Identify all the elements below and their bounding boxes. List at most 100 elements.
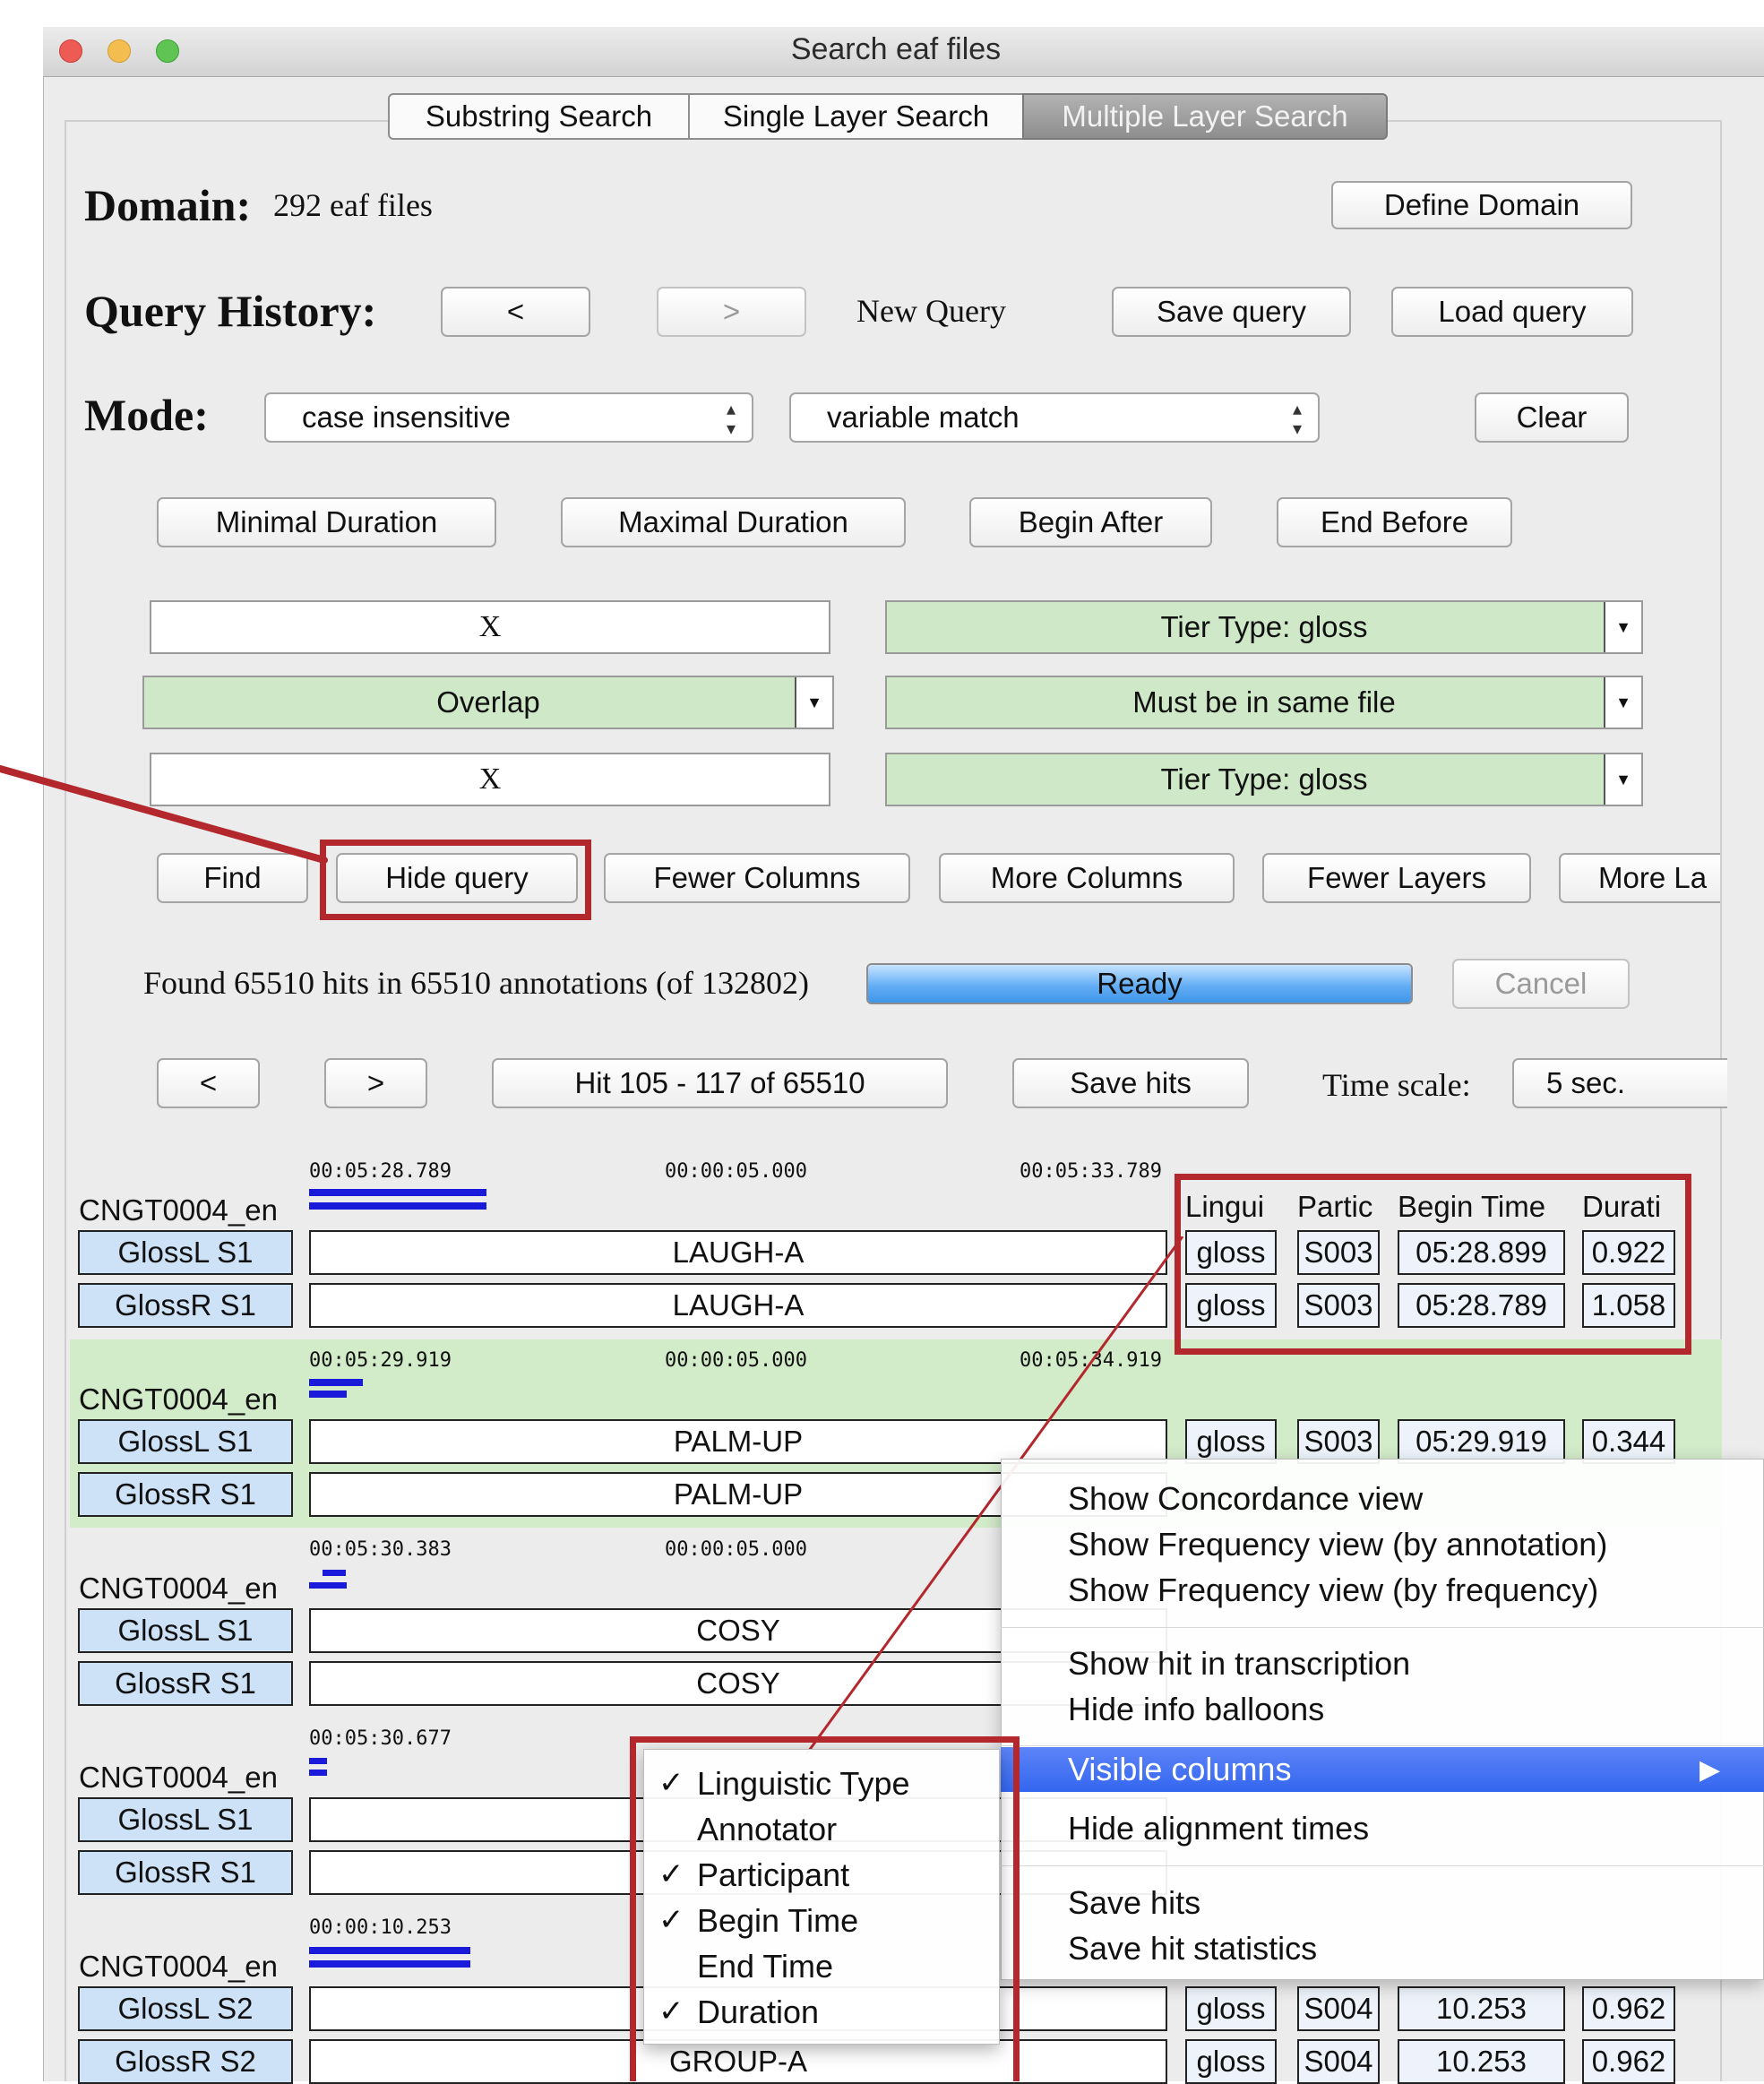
column-cell-part[interactable]: S004 (1297, 1986, 1380, 2031)
column-cell-begin[interactable]: 10.253 (1398, 2039, 1565, 2084)
scope-value: Must be in same file (1132, 685, 1396, 719)
hits-prev-button[interactable]: < (157, 1058, 260, 1108)
tab-single-layer-search[interactable]: Single Layer Search (688, 93, 1024, 140)
timeline-bar (309, 1202, 486, 1210)
hit-start-time: 00:05:30.677 (309, 1727, 452, 1750)
hit-start-time: 00:00:10.253 (309, 1916, 452, 1939)
hide-query-highlight (320, 840, 591, 920)
case-sensitivity-select[interactable]: case insensitive ▴ ▾ (264, 392, 753, 443)
zoom-window-icon[interactable] (156, 39, 179, 63)
close-window-icon[interactable] (59, 39, 82, 63)
menu-item-hide-alignment-times[interactable]: Hide alignment times (1068, 1810, 1369, 1847)
hit-range-display[interactable]: Hit 105 - 117 of 65510 (492, 1058, 948, 1108)
begin-after-button[interactable]: Begin After (969, 497, 1212, 547)
tier-label[interactable]: GlossL S1 (78, 1797, 293, 1842)
save-hits-button[interactable]: Save hits (1012, 1058, 1249, 1108)
hit-mid-time: 00:00:05.000 (665, 1160, 807, 1183)
tier-label[interactable]: GlossL S1 (78, 1419, 293, 1464)
fewer-layers-button[interactable]: Fewer Layers (1262, 853, 1531, 903)
column-cell-begin[interactable]: 05:29.919 (1398, 1419, 1565, 1464)
column-cell-dur[interactable]: 0.962 (1582, 1986, 1675, 2031)
select-arrows-icon: ▴ ▾ (1292, 400, 1302, 439)
maximal-duration-button[interactable]: Maximal Duration (561, 497, 906, 547)
tier-type-value-2: Tier Type: gloss (1160, 762, 1368, 796)
menu-item-frequency-by-frequency[interactable]: Show Frequency view (by frequency) (1068, 1572, 1598, 1609)
current-query-label: New Query (856, 293, 1006, 329)
tier-label[interactable]: GlossR S1 (78, 1283, 293, 1328)
tier-label[interactable]: GlossR S2 (78, 2039, 293, 2084)
end-before-button[interactable]: End Before (1277, 497, 1512, 547)
scope-select[interactable]: Must be in same file ▼ (885, 676, 1643, 729)
fewer-columns-button[interactable]: Fewer Columns (604, 853, 910, 903)
tier-label[interactable]: GlossR S1 (78, 1850, 293, 1895)
hit-end-time: 00:05:33.789 (1020, 1160, 1162, 1183)
timeline-bar (323, 1570, 346, 1576)
load-query-button[interactable]: Load query (1391, 287, 1633, 337)
select-arrows-icon: ▴ ▾ (726, 400, 736, 439)
tier-label[interactable]: GlossL S1 (78, 1608, 293, 1653)
hit-mid-time: 00:00:05.000 (665, 1349, 807, 1372)
menu-item-concordance-view[interactable]: Show Concordance view (1068, 1480, 1423, 1518)
column-cell-dur[interactable]: 0.344 (1582, 1419, 1675, 1464)
menu-item-save-hit-statistics[interactable]: Save hit statistics (1068, 1930, 1317, 1968)
column-cell-part[interactable]: S003 (1297, 1419, 1380, 1464)
menu-item-visible-columns[interactable]: Visible columns ▶ (1001, 1747, 1764, 1792)
tier-label[interactable]: GlossL S2 (78, 1986, 293, 2031)
tier-label[interactable]: GlossR S1 (78, 1661, 293, 1706)
save-query-button[interactable]: Save query (1112, 287, 1351, 337)
visible-columns-label: Visible columns (1068, 1751, 1292, 1787)
column-cell-ling[interactable]: gloss (1185, 2039, 1277, 2084)
submenu-arrow-icon: ▶ (1699, 1755, 1721, 1785)
domain-label: Domain: (84, 180, 252, 230)
history-back-button[interactable]: < (441, 287, 590, 337)
more-layers-button[interactable]: More La (1559, 853, 1720, 903)
relation-select[interactable]: Overlap ▼ (142, 676, 834, 729)
timeline-bar (309, 1770, 327, 1776)
column-cell-part[interactable]: S004 (1297, 2039, 1380, 2084)
history-forward-button[interactable]: > (657, 287, 806, 337)
relation-value: Overlap (436, 685, 540, 719)
tier-type-select-1[interactable]: Tier Type: gloss ▼ (885, 600, 1643, 654)
more-columns-button[interactable]: More Columns (939, 853, 1235, 903)
query-history-label: Query History: (84, 286, 377, 336)
menu-separator (1001, 1865, 1764, 1866)
define-domain-button[interactable]: Define Domain (1331, 181, 1632, 229)
timeline-bar (309, 1582, 347, 1589)
tab-multiple-layer-search[interactable]: Multiple Layer Search (1022, 93, 1388, 140)
hit-start-time: 00:05:30.383 (309, 1538, 452, 1561)
tab-substring-search[interactable]: Substring Search (388, 93, 690, 140)
slide-title-fragment (63, 0, 206, 18)
column-cell-begin[interactable]: 10.253 (1398, 1986, 1565, 2031)
column-cell-ling[interactable]: gloss (1185, 1986, 1277, 2031)
menu-item-save-hits[interactable]: Save hits (1068, 1884, 1200, 1922)
hit-start-time: 00:05:28.789 (309, 1160, 452, 1183)
hit-file-name: CNGT0004_en (79, 1382, 278, 1416)
mode-label: Mode: (84, 390, 209, 440)
match-mode-select[interactable]: variable match ▴ ▾ (789, 392, 1320, 443)
minimize-window-icon[interactable] (108, 39, 131, 63)
tier-label[interactable]: GlossL S1 (78, 1230, 293, 1275)
timeline-bar (309, 1379, 363, 1386)
columns-highlight (1175, 1174, 1691, 1355)
hits-next-button[interactable]: > (324, 1058, 427, 1108)
hit-mid-time: 00:00:05.000 (665, 1538, 807, 1561)
menu-item-frequency-by-annotation[interactable]: Show Frequency view (by annotation) (1068, 1526, 1607, 1563)
query-field-1[interactable]: X (150, 600, 830, 654)
column-cell-dur[interactable]: 0.962 (1582, 2039, 1675, 2084)
minimal-duration-button[interactable]: Minimal Duration (157, 497, 496, 547)
tier-type-select-2[interactable]: Tier Type: gloss ▼ (885, 753, 1643, 806)
timeline-bar (309, 1947, 470, 1954)
cancel-button[interactable]: Cancel (1452, 959, 1630, 1009)
clear-button[interactable]: Clear (1475, 392, 1629, 443)
menu-item-hide-info-balloons[interactable]: Hide info balloons (1068, 1691, 1324, 1728)
time-scale-label: Time scale: (1322, 1067, 1471, 1103)
time-scale-select[interactable]: 5 sec. (1512, 1058, 1727, 1108)
dropdown-arrow-icon: ▼ (1604, 602, 1641, 652)
hit-file-name: CNGT0004_en (79, 1761, 278, 1794)
menu-item-show-hit-in-transcription[interactable]: Show hit in transcription (1068, 1645, 1410, 1683)
timeline-bar (309, 1758, 327, 1764)
timeline-bar (309, 1391, 347, 1398)
hit-start-time: 00:05:29.919 (309, 1349, 452, 1372)
dropdown-arrow-icon: ▼ (795, 677, 832, 728)
tier-label[interactable]: GlossR S1 (78, 1472, 293, 1517)
